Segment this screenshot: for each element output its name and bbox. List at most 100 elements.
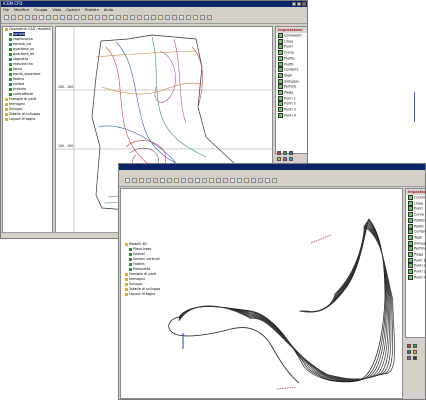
color-swatch[interactable] xyxy=(289,157,293,161)
tree-folder[interactable]: Layout di taglio xyxy=(123,292,173,297)
toolbar-button[interactable] xyxy=(123,15,128,20)
checkbox-icon[interactable] xyxy=(408,200,413,206)
toolbar-button[interactable] xyxy=(160,178,165,183)
color-swatch[interactable] xyxy=(277,151,281,155)
toolbar-button[interactable] xyxy=(251,178,256,183)
panel-item[interactable]: Punti 4 xyxy=(276,112,307,119)
toolbar-button[interactable] xyxy=(230,178,235,183)
toolbar-button[interactable] xyxy=(167,178,172,183)
toolbar-button[interactable] xyxy=(125,178,130,183)
color-swatch[interactable] xyxy=(283,157,287,161)
menu-item[interactable]: Modifica xyxy=(14,8,29,12)
checkbox-icon[interactable] xyxy=(278,78,283,84)
toolbar-button[interactable] xyxy=(172,15,177,20)
menu-item[interactable]: File xyxy=(3,8,9,12)
checkbox-icon[interactable] xyxy=(278,61,283,67)
toolbar-button[interactable] xyxy=(95,15,100,20)
color-swatch[interactable] xyxy=(289,151,293,155)
toolbar-button[interactable] xyxy=(60,15,65,20)
toolbar-button[interactable] xyxy=(116,15,121,20)
toolbar-button[interactable] xyxy=(11,15,16,20)
toolbar-button[interactable] xyxy=(144,15,149,20)
toolbar-button[interactable] xyxy=(151,15,156,20)
panel-item[interactable]: Punti 4 xyxy=(406,274,425,281)
toolbar-button[interactable] xyxy=(139,178,144,183)
toolbar-button[interactable] xyxy=(81,15,86,20)
checkbox-icon[interactable] xyxy=(278,90,283,96)
checkbox-icon[interactable] xyxy=(278,38,283,44)
toolbar-button[interactable] xyxy=(18,15,23,20)
toolbar-button[interactable] xyxy=(265,178,270,183)
color-swatch[interactable] xyxy=(283,151,287,155)
drawing-canvas[interactable]: Modelli 3D Piano base Sezioni Sezioni verti… xyxy=(120,188,403,399)
toolbar-button[interactable] xyxy=(165,15,170,20)
toolbar-button[interactable] xyxy=(202,178,207,183)
toolbar-button[interactable] xyxy=(74,15,79,20)
toolbar-button[interactable] xyxy=(216,178,221,183)
toolbar-button[interactable] xyxy=(188,178,193,183)
checkbox-icon[interactable] xyxy=(408,212,413,218)
checkbox-icon[interactable] xyxy=(408,195,413,200)
checkbox-icon[interactable] xyxy=(408,229,413,235)
checkbox-icon[interactable] xyxy=(278,112,283,118)
color-swatch[interactable] xyxy=(407,350,411,354)
menu-item[interactable]: Finestre xyxy=(85,8,99,12)
checkbox-icon[interactable] xyxy=(278,33,283,38)
toolbar-button[interactable] xyxy=(181,178,186,183)
tree-folder[interactable]: Layout di taglio xyxy=(3,117,52,122)
toolbar-button[interactable] xyxy=(272,178,277,183)
menu-item[interactable]: Gruppo xyxy=(34,8,47,12)
color-swatch[interactable] xyxy=(407,356,411,360)
toolbar-button[interactable] xyxy=(258,178,263,183)
checkbox-icon[interactable] xyxy=(278,101,283,107)
checkbox-icon[interactable] xyxy=(278,107,283,113)
menu-item[interactable]: Aiuto xyxy=(104,8,113,12)
checkbox-icon[interactable] xyxy=(278,84,283,90)
toolbar-button[interactable] xyxy=(200,15,205,20)
checkbox-icon[interactable] xyxy=(408,274,413,280)
checkbox-icon[interactable] xyxy=(408,269,413,275)
toolbar-button[interactable] xyxy=(130,15,135,20)
toolbar-button[interactable] xyxy=(25,15,30,20)
toolbar-button[interactable] xyxy=(237,178,242,183)
checkbox-icon[interactable] xyxy=(408,206,413,212)
checkbox-icon[interactable] xyxy=(408,217,413,223)
checkbox-icon[interactable] xyxy=(278,50,283,56)
color-swatch[interactable] xyxy=(413,350,417,354)
checkbox-icon[interactable] xyxy=(278,67,283,73)
color-swatch[interactable] xyxy=(413,344,417,348)
color-swatch[interactable] xyxy=(277,157,281,161)
checkbox-icon[interactable] xyxy=(408,263,413,269)
toolbar-button[interactable] xyxy=(209,178,214,183)
toolbar-button[interactable] xyxy=(4,15,9,20)
checkbox-icon[interactable] xyxy=(408,257,413,263)
toolbar-button[interactable] xyxy=(88,15,93,20)
checkbox-icon[interactable] xyxy=(278,44,283,50)
toolbar-button[interactable] xyxy=(102,15,107,20)
toolbar-button[interactable] xyxy=(195,178,200,183)
minimize-button[interactable] xyxy=(292,2,296,6)
toolbar-button[interactable] xyxy=(244,178,249,183)
toolbar-button[interactable] xyxy=(132,178,137,183)
toolbar-button[interactable] xyxy=(32,15,37,20)
toolbar-button[interactable] xyxy=(67,15,72,20)
toolbar-button[interactable] xyxy=(39,15,44,20)
toolbar-button[interactable] xyxy=(223,178,228,183)
toolbar-button[interactable] xyxy=(193,15,198,20)
maximize-button[interactable] xyxy=(297,2,301,6)
checkbox-icon[interactable] xyxy=(408,234,413,240)
toolbar-button[interactable] xyxy=(186,15,191,20)
toolbar-button[interactable] xyxy=(53,15,58,20)
checkbox-icon[interactable] xyxy=(278,72,283,78)
toolbar-button[interactable] xyxy=(146,178,151,183)
toolbar-button[interactable] xyxy=(158,15,163,20)
toolbar-button[interactable] xyxy=(174,178,179,183)
toolbar-button[interactable] xyxy=(179,15,184,20)
color-swatch[interactable] xyxy=(413,356,417,360)
checkbox-icon[interactable] xyxy=(408,223,413,229)
checkbox-icon[interactable] xyxy=(278,95,283,101)
checkbox-icon[interactable] xyxy=(408,240,413,246)
close-button[interactable] xyxy=(302,2,306,6)
checkbox-icon[interactable] xyxy=(408,246,413,252)
color-swatch[interactable] xyxy=(407,344,411,348)
